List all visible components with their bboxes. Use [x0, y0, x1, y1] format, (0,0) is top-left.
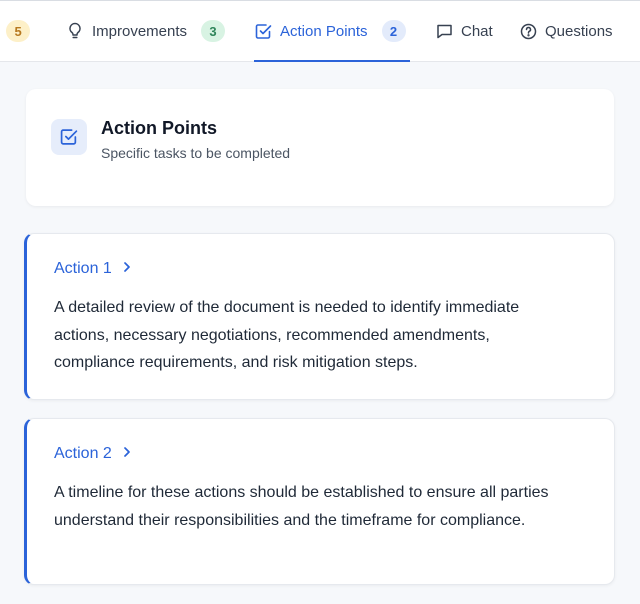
tab-action-points-label: Action Points	[280, 22, 368, 40]
tab-chat[interactable]: Chat	[435, 0, 493, 62]
action-card-2: Action 2 A timeline for these actions sh…	[24, 418, 615, 585]
action-1-description: A detailed review of the document is nee…	[54, 299, 520, 371]
checkbox-icon	[254, 22, 272, 40]
action-2-toggle[interactable]: Action 2	[54, 445, 132, 463]
question-circle-icon	[519, 22, 537, 40]
action-1-title: Action 1	[54, 260, 112, 277]
chevron-right-icon	[122, 445, 132, 463]
tab-improvements[interactable]: Improvements 3	[66, 0, 226, 62]
action-2-title: Action 2	[54, 445, 112, 462]
tab-bar: : 5 Improvements 3 Action Points 2 Cha	[0, 0, 640, 62]
chevron-right-icon	[122, 260, 132, 278]
checkbox-icon	[51, 119, 87, 155]
action-card-1: Action 1 A detailed review of the docume…	[24, 233, 615, 400]
section-header-card: Action Points Specific tasks to be compl…	[26, 89, 614, 206]
tab-action-points[interactable]: Action Points 2	[254, 0, 410, 62]
tab-previous-badge: 5	[6, 20, 31, 42]
section-subtitle: Specific tasks to be completed	[101, 145, 291, 161]
action-1-toggle[interactable]: Action 1	[54, 260, 132, 278]
tab-chat-label: Chat	[461, 22, 493, 40]
tab-action-points-badge: 2	[381, 20, 406, 42]
action-2-description: A timeline for these actions should be e…	[54, 484, 549, 529]
tab-improvements-label: Improvements	[92, 22, 188, 40]
tab-improvements-badge: 3	[201, 20, 226, 42]
tab-previous[interactable]: : 5	[0, 0, 31, 62]
tab-questions[interactable]: Questions	[519, 0, 613, 62]
tab-questions-label: Questions	[545, 22, 613, 40]
lightbulb-icon	[66, 22, 84, 40]
section-title: Action Points	[101, 118, 217, 138]
chat-bubble-icon	[435, 22, 453, 40]
